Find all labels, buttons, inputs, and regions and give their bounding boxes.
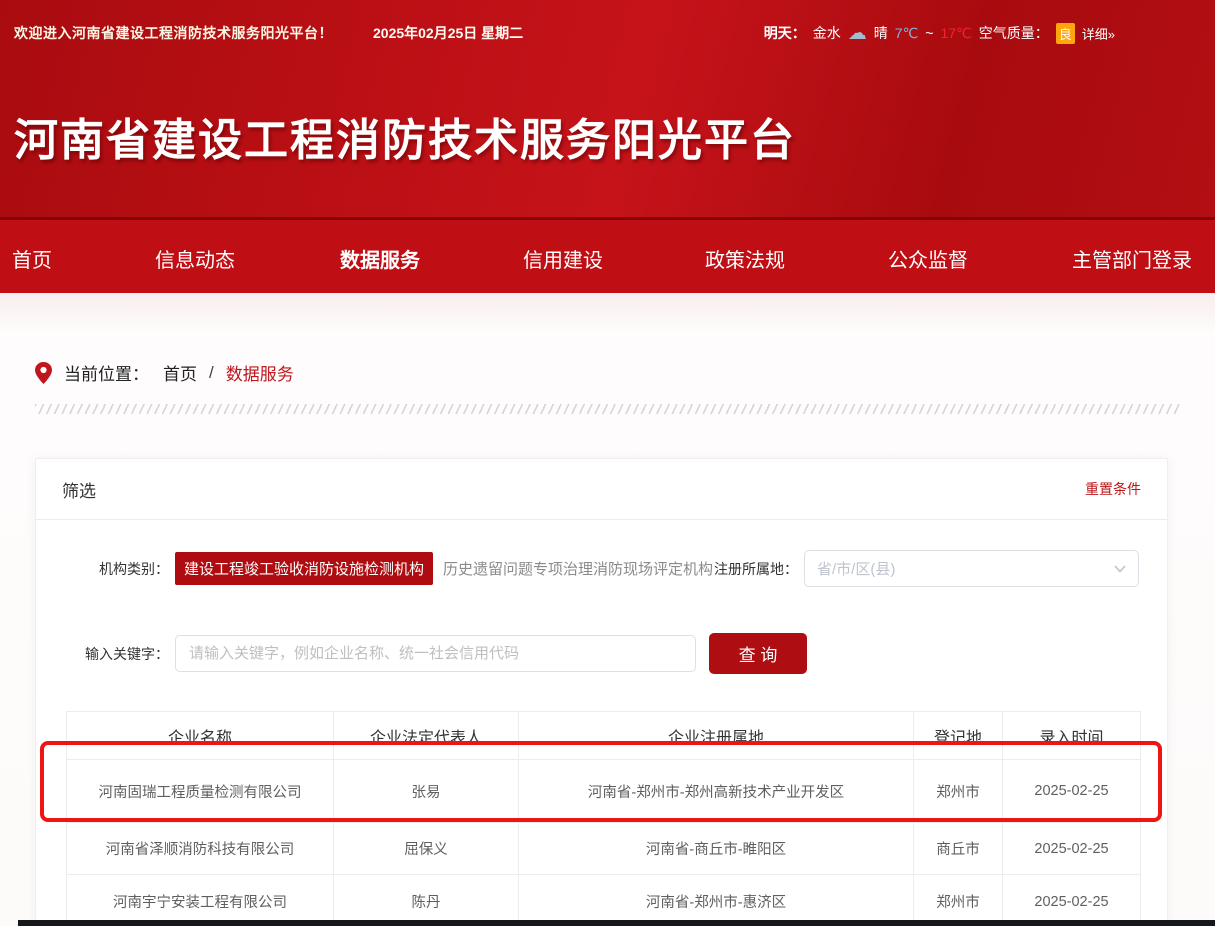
- bottom-edge-bar: [18, 920, 1215, 926]
- region-label: 注册所属地：: [714, 559, 798, 579]
- breadcrumb-home-link[interactable]: 首页: [163, 360, 197, 385]
- cell-entry-time: 2025-02-25: [1003, 760, 1141, 823]
- filter-panel: 筛选 重置条件 机构类别： 建设工程竣工验收消防设施检测机构 历史遗留问题专项治…: [35, 458, 1168, 926]
- nav-item-admin-login[interactable]: 主管部门登录: [1072, 220, 1192, 296]
- main-nav: 首页 信息动态 数据服务 信用建设 政策法规 公众监督 主管部门登录: [0, 217, 1215, 293]
- weather-city: 金水: [813, 23, 841, 43]
- content-area: 当前位置： 首页 / 数据服务 筛选 重置条件 机构类别： 建设工程竣工验收消防…: [0, 293, 1215, 926]
- cell-legal-rep: 陈丹: [334, 875, 519, 926]
- breadcrumb: 当前位置： 首页 / 数据服务: [0, 293, 1215, 385]
- region-select-placeholder: 省/市/区(县): [817, 558, 895, 579]
- table-row: 河南省泽顺消防科技有限公司 屈保义 河南省-商丘市-睢阳区 商丘市 2025-0…: [67, 823, 1141, 875]
- category-option-unselected[interactable]: 历史遗留问题专项治理消防现场评定机构: [443, 558, 713, 579]
- aqi-label: 空气质量：: [979, 23, 1049, 43]
- temp-low: 7℃: [895, 25, 919, 42]
- keyword-input[interactable]: [175, 635, 696, 672]
- cell-record-place: 商丘市: [914, 823, 1003, 875]
- slash-divider: [35, 404, 1180, 414]
- cell-company: 河南省泽顺消防科技有限公司: [67, 823, 334, 875]
- page-title: 河南省建设工程消防技术服务阳光平台: [14, 104, 1215, 168]
- keyword-filter-row: 输入关键字： 查 询: [36, 633, 1167, 674]
- region-filter-group: 注册所属地： 省/市/区(县): [714, 550, 1139, 587]
- site-header: 欢迎进入河南省建设工程消防技术服务阳光平台！ 2025年02月25日 星期二 明…: [0, 0, 1215, 217]
- cell-registered-place: 河南省-郑州市-惠济区: [519, 875, 914, 926]
- cell-registered-place: 河南省-商丘市-睢阳区: [519, 823, 914, 875]
- aqi-badge: 良: [1056, 23, 1075, 44]
- breadcrumb-separator: /: [209, 363, 214, 383]
- cell-company: 河南固瑞工程质量检测有限公司: [67, 760, 334, 823]
- weather-widget: 明天： 金水 ☁ 晴 7℃ ~ 17℃ 空气质量： 良 详细»: [764, 23, 1115, 44]
- breadcrumb-label: 当前位置：: [64, 360, 149, 385]
- table-row: 河南宇宁安装工程有限公司 陈丹 河南省-郑州市-惠济区 郑州市 2025-02-…: [67, 875, 1141, 926]
- filter-panel-header: 筛选 重置条件: [36, 459, 1167, 520]
- filter-title: 筛选: [62, 477, 96, 502]
- table-header-row: 企业名称 企业法定代表人 企业注册属地 登记地 录入时间: [67, 712, 1141, 760]
- temp-tilde: ~: [925, 25, 933, 41]
- results-table: 企业名称 企业法定代表人 企业注册属地 登记地 录入时间 河南固瑞工程质量检测有…: [66, 711, 1141, 926]
- col-header-company: 企业名称: [67, 712, 334, 760]
- weather-tomorrow-label: 明天：: [764, 23, 806, 43]
- breadcrumb-current: 数据服务: [226, 360, 294, 385]
- category-option-selected[interactable]: 建设工程竣工验收消防设施检测机构: [175, 552, 433, 585]
- cloud-icon: ☁: [848, 24, 867, 43]
- category-label: 机构类别：: [36, 559, 169, 579]
- nav-item-home[interactable]: 首页: [12, 220, 52, 296]
- weather-detail-link[interactable]: 详细»: [1082, 24, 1115, 43]
- cell-legal-rep: 屈保义: [334, 823, 519, 875]
- temp-high: 17℃: [940, 25, 971, 42]
- welcome-text: 欢迎进入河南省建设工程消防技术服务阳光平台！: [14, 23, 333, 43]
- cell-registered-place: 河南省-郑州市-郑州高新技术产业开发区: [519, 760, 914, 823]
- weather-condition: 晴: [874, 23, 888, 43]
- cell-company: 河南宇宁安装工程有限公司: [67, 875, 334, 926]
- category-filter-row: 机构类别： 建设工程竣工验收消防设施检测机构 历史遗留问题专项治理消防现场评定机…: [36, 550, 1167, 587]
- search-button[interactable]: 查 询: [709, 633, 807, 674]
- col-header-registered-place: 企业注册属地: [519, 712, 914, 760]
- cell-record-place: 郑州市: [914, 875, 1003, 926]
- chevron-down-icon: [1114, 565, 1126, 573]
- cell-record-place: 郑州市: [914, 760, 1003, 823]
- topbar: 欢迎进入河南省建设工程消防技术服务阳光平台！ 2025年02月25日 星期二 明…: [0, 0, 1215, 66]
- col-header-entry-time: 录入时间: [1003, 712, 1141, 760]
- nav-item-credit[interactable]: 信用建设: [523, 220, 603, 296]
- col-header-record-place: 登记地: [914, 712, 1003, 760]
- nav-item-data-service[interactable]: 数据服务: [340, 220, 420, 296]
- nav-item-policy[interactable]: 政策法规: [705, 220, 785, 296]
- nav-item-news[interactable]: 信息动态: [155, 220, 235, 296]
- cell-legal-rep: 张易: [334, 760, 519, 823]
- nav-item-supervision[interactable]: 公众监督: [888, 220, 968, 296]
- cell-entry-time: 2025-02-25: [1003, 823, 1141, 875]
- table-row: 河南固瑞工程质量检测有限公司 张易 河南省-郑州市-郑州高新技术产业开发区 郑州…: [67, 760, 1141, 823]
- reset-filters-link[interactable]: 重置条件: [1085, 479, 1141, 499]
- location-pin-icon: [35, 362, 52, 384]
- date-text: 2025年02月25日 星期二: [373, 23, 523, 43]
- region-select[interactable]: 省/市/区(县): [804, 550, 1139, 587]
- keyword-label: 输入关键字：: [36, 644, 169, 664]
- col-header-legal-rep: 企业法定代表人: [334, 712, 519, 760]
- cell-entry-time: 2025-02-25: [1003, 875, 1141, 926]
